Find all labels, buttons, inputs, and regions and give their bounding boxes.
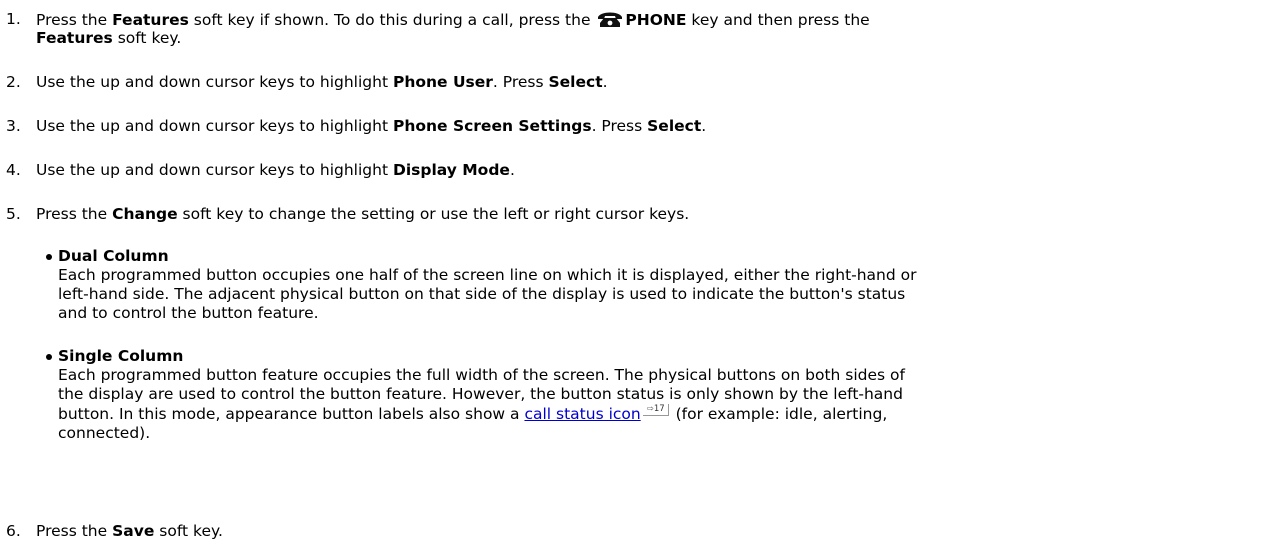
- step-text: Use the up and down cursor keys to highl…: [36, 73, 1261, 92]
- call-status-icon-link[interactable]: call status icon: [524, 405, 640, 423]
- step-text-part: Press the: [36, 522, 113, 540]
- step-text-part: Press the: [36, 11, 113, 29]
- description-line: Each programmed button feature occupies …: [58, 366, 905, 384]
- description-line: and to control the button feature.: [58, 304, 319, 322]
- step-text-part: soft key.: [112, 29, 182, 47]
- step-text: Press the Features soft key if shown. To…: [36, 10, 1261, 48]
- step-text-part: soft key to change the setting or use th…: [177, 205, 690, 223]
- step-text-part: .: [509, 161, 515, 179]
- step-line: Features soft key.: [36, 29, 1261, 48]
- option-title-text: Single Column: [58, 347, 184, 365]
- option-description: Each programmed button occupies one half…: [58, 266, 1263, 323]
- step-number: 6.: [6, 522, 21, 540]
- step-number: 3.: [6, 117, 21, 135]
- step-text-part: .: [602, 73, 608, 91]
- page-reference-arrow-icon: ⇨: [646, 404, 654, 414]
- step-text-part: key and then press the: [686, 11, 870, 29]
- option-title: Dual Column: [58, 247, 1263, 266]
- description-line: Each programmed button occupies one half…: [58, 266, 917, 284]
- step-number: 5.: [6, 205, 21, 223]
- step-text-part: Use the up and down cursor keys to highl…: [36, 161, 393, 179]
- description-line: the display are used to control the butt…: [58, 385, 903, 403]
- option-dual-column: Dual Column Each programmed button occup…: [46, 247, 1263, 323]
- step-number: 2.: [6, 73, 21, 91]
- bullet-icon: [46, 354, 52, 360]
- option-description: Each programmed button feature occupies …: [58, 366, 1263, 443]
- option-title-text: Dual Column: [58, 247, 169, 265]
- phone-icon: [598, 12, 623, 27]
- save-key-label: Save: [112, 522, 155, 540]
- select-key-label: Select: [548, 73, 603, 91]
- step-text: Use the up and down cursor keys to highl…: [36, 161, 1261, 180]
- step-number: 4.: [6, 161, 21, 179]
- menu-item-label: Display Mode: [392, 161, 510, 179]
- step-text-part: Use the up and down cursor keys to highl…: [36, 73, 393, 91]
- step-text: Use the up and down cursor keys to highl…: [36, 117, 1261, 136]
- description-text-part: (for example: idle, alerting,: [670, 405, 888, 423]
- step-text-part: . Press: [591, 117, 648, 135]
- option-title: Single Column: [58, 347, 1263, 366]
- features-key-label: Features: [112, 11, 189, 29]
- select-key-label: Select: [647, 117, 702, 135]
- menu-item-label: Phone Screen Settings: [392, 117, 592, 135]
- description-text-part: button. In this mode, appearance button …: [58, 405, 525, 423]
- step-text-part: Use the up and down cursor keys to highl…: [36, 117, 393, 135]
- step-text-part: . Press: [492, 73, 549, 91]
- option-single-column: Single Column Each programmed button fea…: [46, 347, 1263, 443]
- description-line: connected).: [58, 424, 151, 442]
- step-text: Press the Save soft key.: [36, 522, 1261, 541]
- step-text-part: .: [701, 117, 707, 135]
- step-number: 1.: [6, 10, 21, 28]
- step-line: Press the Features soft key if shown. To…: [36, 10, 1261, 29]
- description-line: button. In this mode, appearance button …: [58, 404, 1263, 424]
- page-reference[interactable]: ⇨17: [642, 404, 669, 416]
- page-reference-number: 17: [653, 404, 665, 414]
- features-key-label: Features: [36, 29, 113, 47]
- menu-item-label: Phone User: [392, 73, 493, 91]
- step-text-part: soft key.: [154, 522, 223, 540]
- step-text-part: soft key if shown. To do this during a c…: [188, 11, 596, 29]
- phone-key-label: PHONE: [625, 11, 687, 29]
- description-line: left-hand side. The adjacent physical bu…: [58, 285, 906, 303]
- change-key-label: Change: [112, 205, 178, 223]
- step-text-part: Press the: [36, 205, 113, 223]
- bullet-icon: [46, 254, 52, 260]
- step-text: Press the Change soft key to change the …: [36, 205, 1261, 224]
